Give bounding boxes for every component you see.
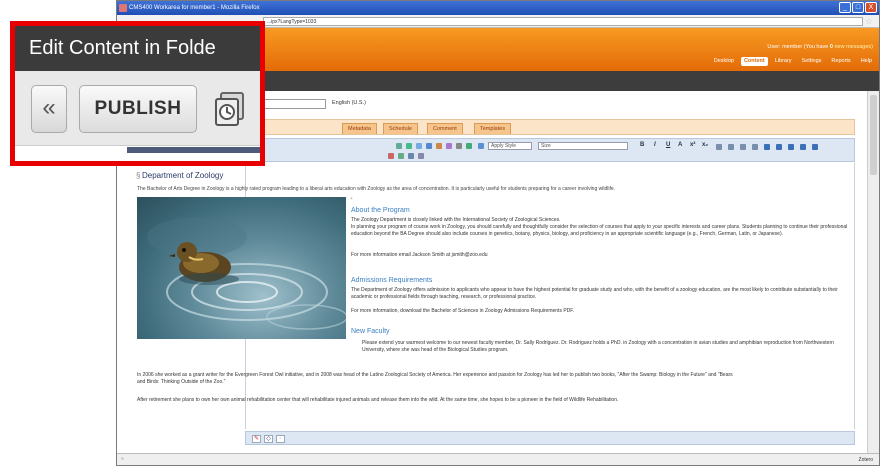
zoom-callout: Edit Content in Folde « PUBLISH [10,21,265,166]
faculty-heading: New Faculty [351,328,390,335]
tab-metadata[interactable]: Metadata [342,123,377,134]
editor-toolbar: Apply Style Size B I U A x² x₂ [245,138,855,162]
find-icon[interactable] [408,153,414,159]
language-label: English (U.S.) [332,100,366,106]
publish-button[interactable]: PUBLISH [79,85,197,133]
symbol-icon[interactable] [456,143,462,149]
faculty-paragraph-2: In 2006 she worked as a grant writer for… [137,372,733,385]
editor-tabs: Metadata Schedule Comment Templates [245,119,855,135]
duckling-illustration [147,217,346,330]
bookmark-star-icon[interactable]: ☆ [865,16,873,27]
intro-paragraph: The Bachelor of Arts Degree in Zoology i… [137,186,616,192]
vertical-scrollbar[interactable] [867,91,879,455]
horizontal-rule-icon[interactable] [812,144,818,150]
callout-title: Edit Content in Folde [15,26,260,71]
outdent-icon[interactable] [740,144,746,150]
about-paragraph-3: For more information email Jackson Smith… [351,252,488,258]
window-controls: _ □ X [839,2,877,13]
align-left-icon[interactable] [764,144,770,150]
preview-icon[interactable] [418,153,424,159]
callout-footer-bar [127,147,260,153]
style-select[interactable]: Apply Style [488,142,532,150]
tab-comment-label: Comment [433,126,457,132]
preview-mode-icon[interactable]: ◦ [276,435,285,443]
justify-icon[interactable] [800,144,806,150]
content-title-input[interactable] [264,99,326,109]
window-titlebar: CMS400 Workarea for member1 - Mozilla Fi… [117,1,879,15]
ordered-list-icon[interactable] [716,144,722,150]
align-center-icon[interactable] [776,144,782,150]
app-icon [119,4,127,12]
browser-statusbar: » Zotero [117,453,879,465]
close-button[interactable]: X [865,2,877,13]
italic-button[interactable]: I [654,142,656,148]
tab-comment[interactable]: Comment [427,123,463,134]
back-button[interactable]: « [31,85,67,133]
nav-desktop[interactable]: Desktop [711,57,737,66]
nav-reports[interactable]: Reports [828,57,853,66]
undo-icon[interactable] [388,153,394,159]
html-view-icon[interactable]: ◇ [264,435,273,443]
nav-help[interactable]: Help [858,57,875,66]
page-heading: Department of Zoology [142,171,224,180]
user-status-prefix: User: member (You have [767,44,830,50]
minimize-button[interactable]: _ [839,2,851,13]
bold-button[interactable]: B [640,142,644,148]
subscript-button[interactable]: x₂ [702,142,708,148]
redo-icon[interactable] [398,153,404,159]
spellcheck-icon[interactable] [396,143,402,149]
style-picker-icon[interactable] [478,143,484,149]
about-paragraph-1: The Zoology Department is closely linked… [351,217,561,223]
anchor-mark: § [136,171,141,180]
form-icon[interactable] [466,143,472,149]
admissions-paragraph-1: The Department of Zoology offers admissi… [351,287,838,300]
library-icon[interactable] [436,143,442,149]
flash-icon[interactable] [446,143,452,149]
font-color-button[interactable]: A [678,142,682,148]
superscript-button[interactable]: x² [690,142,695,148]
admissions-heading: Admissions Requirements [351,277,433,284]
user-status: User: member (You have 0 new messages) [767,44,873,50]
faculty-paragraph-3: After retirement she plans to own her ow… [137,397,619,403]
top-nav: Desktop Content Library Settings Reports… [711,57,875,66]
table-icon[interactable] [426,143,432,149]
tab-metadata-label: Metadata [348,126,371,132]
window-title: CMS400 Workarea for member1 - Mozilla Fi… [129,5,260,11]
tab-templates-label: Templates [480,126,506,132]
nav-library[interactable]: Library [772,57,795,66]
maximize-button[interactable]: □ [852,2,864,13]
indent-icon[interactable] [752,144,758,150]
tab-schedule-label: Schedule [389,126,412,132]
bullet-list-icon[interactable] [728,144,734,150]
duckling-photo [137,197,346,339]
history-icon[interactable] [213,91,247,127]
callout-footer [15,147,260,161]
anchor-plus-icon: + [350,196,353,202]
url-field[interactable]: ...ipx?LangType=1033 [263,17,863,26]
status-left: » [121,456,124,462]
align-right-icon[interactable] [788,144,794,150]
image-icon[interactable] [416,143,422,149]
nav-settings[interactable]: Settings [799,57,825,66]
link-icon[interactable] [406,143,412,149]
about-heading: About the Program [351,207,410,214]
zotero-label[interactable]: Zotero [859,457,873,463]
tab-templates[interactable]: Templates [474,123,512,134]
user-status-suffix[interactable]: new messages) [833,44,873,50]
tab-schedule[interactable]: Schedule [383,123,418,134]
faculty-paragraph-1: Please extend your warmest welcome to ou… [362,340,834,353]
underline-button[interactable]: U [666,142,670,148]
editor-mode-bar: ✎ ◇ ◦ [245,431,855,445]
callout-toolbar: « PUBLISH [15,71,260,146]
about-paragraph-2: In planning your program of course work … [351,224,848,237]
edit-mode-pencil-icon[interactable]: ✎ [252,435,261,443]
size-select[interactable]: Size [538,142,628,150]
scrollbar-thumb[interactable] [870,95,877,175]
nav-content[interactable]: Content [740,57,768,66]
admissions-paragraph-2: For more information, download the Bache… [351,308,575,314]
